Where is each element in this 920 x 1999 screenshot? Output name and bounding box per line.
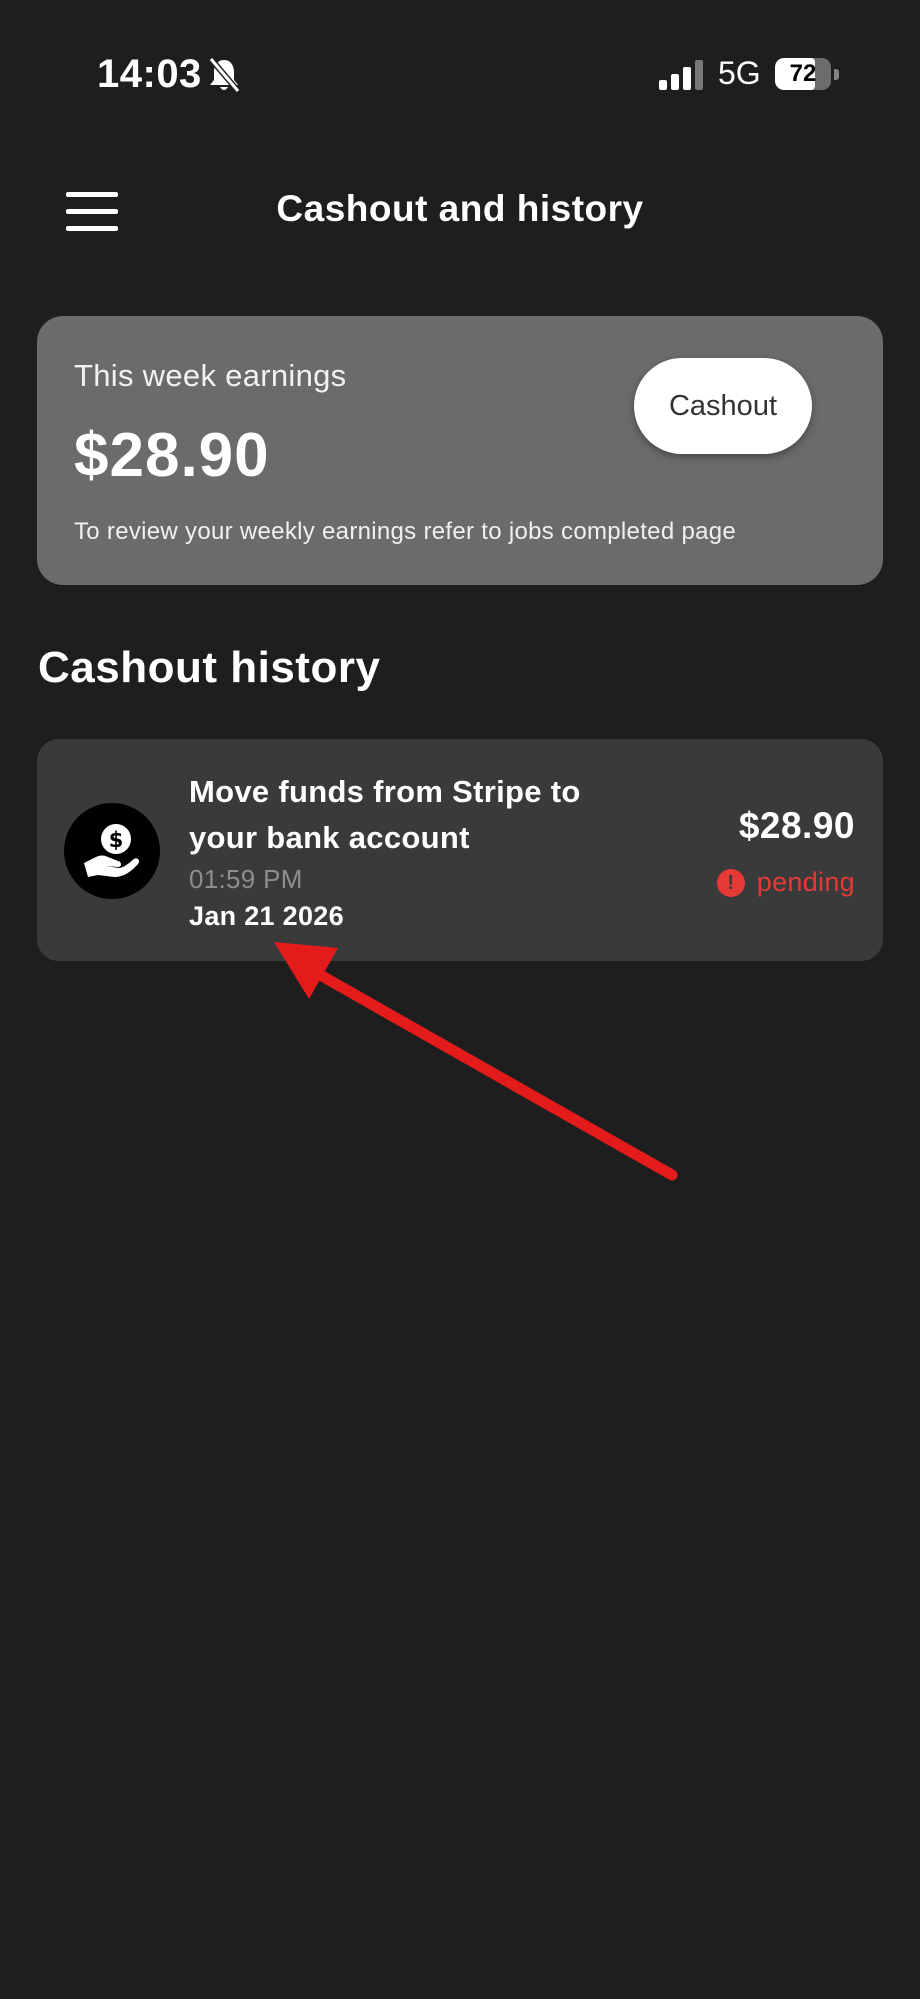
history-row[interactable]: $ Move funds from Stripe to your bank ac… [37,739,883,961]
svg-text:$: $ [109,828,124,852]
row-time: 01:59 PM [189,864,303,894]
status-time: 14:03 [97,52,202,96]
money-hand-icon: $ [64,803,160,899]
app-header: Cashout and history [0,150,920,275]
bell-muted-icon [208,57,241,93]
row-title: Move funds from Stripe to your bank acco… [189,774,581,855]
row-amount: $28.90 [738,805,855,846]
status-label: pending [756,867,855,897]
earnings-amount: $28.90 [74,421,270,490]
earnings-card: This week earnings $28.90 To review your… [37,316,883,585]
alert-circle-icon: ! [716,868,745,897]
section-title: Cashout history [38,643,381,692]
battery-level: 72 [789,60,817,87]
status-badge: ! pending [716,867,855,898]
status-bar: 14:03 5G 72 [0,0,920,150]
battery-icon: 72 [775,58,841,92]
earnings-label: This week earnings [74,358,347,393]
earnings-note: To review your weekly earnings refer to … [74,518,737,545]
page-title: Cashout and history [276,188,644,229]
signal-icon [659,60,703,90]
row-date: Jan 21 2026 [189,901,344,931]
cashout-button[interactable]: Cashout [634,358,812,454]
annotation-arrow-icon [274,942,678,1181]
network-label: 5G [718,55,761,91]
